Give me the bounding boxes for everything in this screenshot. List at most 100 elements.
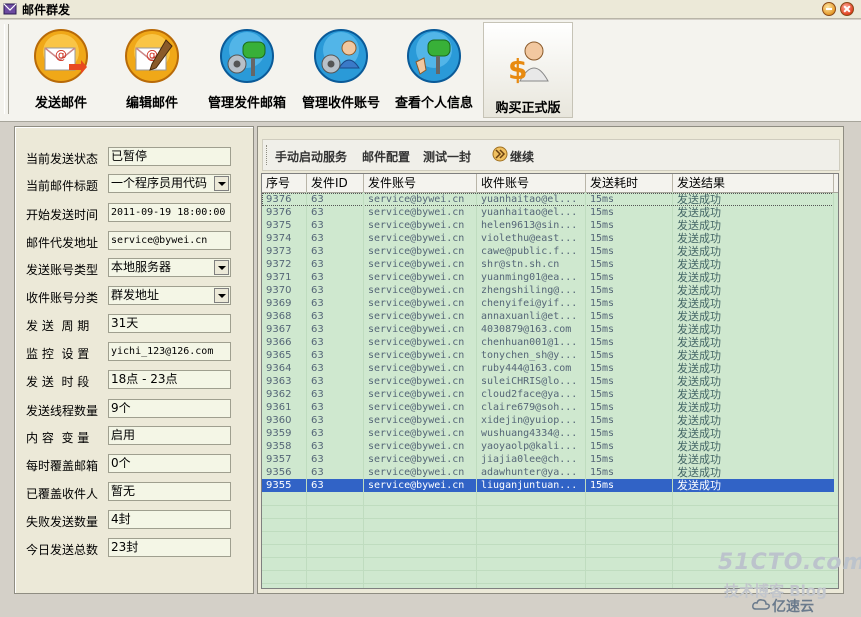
table-cell: 9372 xyxy=(262,258,307,271)
column-header-recipient-account[interactable]: 收件账号 xyxy=(477,174,586,192)
table-cell: 9370 xyxy=(262,284,307,297)
table-row[interactable]: 9367 63 service@bywei.cn 4030879@163.com 15m… xyxy=(262,323,834,336)
table-cell: 9361 xyxy=(262,401,307,414)
table-row[interactable]: 9355 63 service@bywei.cn liuganjuntuan... 15… xyxy=(262,479,834,492)
table-cell: 9376 xyxy=(262,206,307,219)
table-row[interactable]: 9373 63 service@bywei.cn cawe@public.f... 15… xyxy=(262,245,834,258)
mail-config-button[interactable]: 邮件配置 xyxy=(362,148,410,165)
column-divider xyxy=(672,192,673,588)
table-cell: 15ms xyxy=(586,258,673,271)
view-profile-button[interactable]: 查看个人信息 xyxy=(389,22,479,118)
table-cell: service@bywei.cn xyxy=(364,258,477,271)
table-row[interactable]: 9368 63 service@bywei.cn annaxuanli@et... 15… xyxy=(262,310,834,323)
mail-title-select[interactable]: 一个程序员用代码 xyxy=(108,174,231,193)
toolbar-grip xyxy=(266,145,269,165)
table-cell: 15ms xyxy=(586,336,673,349)
table-cell: 63 xyxy=(307,336,364,349)
column-header-seq[interactable]: 序号 xyxy=(262,174,307,192)
field-label: 发送账号类型 xyxy=(26,263,99,277)
start-service-button[interactable]: 手动启动服务 xyxy=(275,148,347,165)
table-row[interactable]: 9360 63 service@bywei.cn xidejin@yuiop... 15… xyxy=(262,414,834,427)
table-cell: 发送成功 xyxy=(673,479,834,492)
manage-sender-mailbox-button[interactable]: 管理发件邮箱 xyxy=(200,22,294,118)
sender-address-value: service@bywei.cn xyxy=(108,231,231,250)
column-header-result[interactable]: 发送结果 xyxy=(673,174,834,192)
window-title: 邮件群发 xyxy=(22,3,71,17)
table-row[interactable]: 9358 63 service@bywei.cn yaoyaolp@kali... 15… xyxy=(262,440,834,453)
table-row[interactable]: 9369 63 service@bywei.cn chenyifei@yif... 15… xyxy=(262,297,834,310)
table-cell: 发送成功 xyxy=(673,271,834,284)
edit-mail-label: 编辑邮件 xyxy=(125,96,178,111)
table-cell: 9369 xyxy=(262,297,307,310)
table-row[interactable]: 9370 63 service@bywei.cn zhengshiling@... 15… xyxy=(262,284,834,297)
table-row[interactable]: 9363 63 service@bywei.cn suleiCHRIS@lo... 15… xyxy=(262,375,834,388)
main-toolbar: @ 发送邮件 @ 编辑邮件 管理发件邮箱 管理收件账号 查看个人信息 $ 购买正… xyxy=(0,20,861,122)
table-row[interactable]: 9371 63 service@bywei.cn yuanming01@ea... 15… xyxy=(262,271,834,284)
table-cell: 63 xyxy=(307,401,364,414)
table-row[interactable]: 9359 63 service@bywei.cn wushuang4334@... 15… xyxy=(262,427,834,440)
manage-recipient-accounts-button[interactable]: 管理收件账号 xyxy=(296,22,386,118)
table-row[interactable]: 9365 63 service@bywei.cn tonychen_sh@y... 15… xyxy=(262,349,834,362)
send-mail-label: 发送邮件 xyxy=(34,96,87,111)
account-type-value: 本地服务器 xyxy=(111,260,172,274)
table-cell: tonychen_sh@y... xyxy=(477,349,586,362)
account-type-select[interactable]: 本地服务器 xyxy=(108,258,231,277)
table-cell: service@bywei.cn xyxy=(364,453,477,466)
table-cell: 15ms xyxy=(586,206,673,219)
table-cell: 9364 xyxy=(262,362,307,375)
table-cell: 发送成功 xyxy=(673,349,834,362)
table-cell: 15ms xyxy=(586,414,673,427)
table-row[interactable]: 9362 63 service@bywei.cn cloud2face@ya... 15… xyxy=(262,388,834,401)
column-header-duration[interactable]: 发送耗时 xyxy=(586,174,673,192)
table-cell: adawhunter@ya... xyxy=(477,466,586,479)
table-cell: service@bywei.cn xyxy=(364,219,477,232)
continue-icon xyxy=(492,146,508,162)
table-cell: 发送成功 xyxy=(673,466,834,479)
table-row[interactable]: 9376 63 service@bywei.cn yuanhaitao@el... 15… xyxy=(262,206,834,219)
table-cell: 63 xyxy=(307,297,364,310)
continue-button[interactable]: 继续 xyxy=(510,148,534,165)
table-cell: 发送成功 xyxy=(673,388,834,401)
column-header-sender-account[interactable]: 发件账号 xyxy=(364,174,477,192)
mail-edit-icon: @ xyxy=(125,29,179,83)
column-divider xyxy=(585,192,586,588)
buy-full-version-button[interactable]: $ 购买正式版 xyxy=(483,22,573,118)
chevron-down-icon[interactable] xyxy=(214,288,229,303)
table-cell: service@bywei.cn xyxy=(364,206,477,219)
table-cell: 发送成功 xyxy=(673,414,834,427)
chevron-down-icon[interactable] xyxy=(214,176,229,191)
field-label: 已覆盖收件人 xyxy=(26,487,99,501)
table-row[interactable]: 9372 63 service@bywei.cn shr@stn.sh.cn 15ms 发… xyxy=(262,258,834,271)
table-cell: service@bywei.cn xyxy=(364,323,477,336)
thread-count-value: 9个 xyxy=(108,399,231,418)
table-cell: service@bywei.cn xyxy=(364,336,477,349)
close-button[interactable] xyxy=(840,2,854,16)
manage-sender-mailbox-label: 管理发件邮箱 xyxy=(207,96,286,111)
minimize-button[interactable] xyxy=(822,2,836,16)
send-status-value: 已暂停 xyxy=(108,147,231,166)
table-cell: 63 xyxy=(307,271,364,284)
table-cell: zhengshiling@... xyxy=(477,284,586,297)
table-cell: 发送成功 xyxy=(673,258,834,271)
field-label: 收件账号分类 xyxy=(26,291,99,305)
recipient-category-select[interactable]: 群发地址 xyxy=(108,286,231,305)
edit-mail-button[interactable]: @ 编辑邮件 xyxy=(108,22,196,118)
table-cell: 15ms xyxy=(586,310,673,323)
table-cell: 15ms xyxy=(586,388,673,401)
table-row[interactable]: 9356 63 service@bywei.cn adawhunter@ya... 15… xyxy=(262,466,834,479)
test-one-button[interactable]: 测试一封 xyxy=(423,148,471,165)
table-row[interactable]: 9361 63 service@bywei.cn claire679@soh... 15… xyxy=(262,401,834,414)
table-row[interactable]: 9364 63 service@bywei.cn ruby444@163.com 15m… xyxy=(262,362,834,375)
chevron-down-icon[interactable] xyxy=(214,260,229,275)
table-cell: ruby444@163.com xyxy=(477,362,586,375)
table-cell: service@bywei.cn xyxy=(364,297,477,310)
table-cell: service@bywei.cn xyxy=(364,440,477,453)
table-row[interactable]: 9375 63 service@bywei.cn helen9613@sin... 15… xyxy=(262,219,834,232)
table-row[interactable]: 9357 63 service@bywei.cn jiajia0lee@ch... 15… xyxy=(262,453,834,466)
send-mail-button[interactable]: @ 发送邮件 xyxy=(18,22,104,118)
table-row[interactable]: 9366 63 service@bywei.cn chenhuan001@1... 15… xyxy=(262,336,834,349)
today-total-value: 23封 xyxy=(108,538,231,557)
column-header-sender-id[interactable]: 发件ID xyxy=(307,174,364,192)
table-row[interactable]: 9374 63 service@bywei.cn violethu@east... 15… xyxy=(262,232,834,245)
table-row[interactable]: 9376 63 service@bywei.cn yuanhaitao@el... 15… xyxy=(262,193,834,206)
